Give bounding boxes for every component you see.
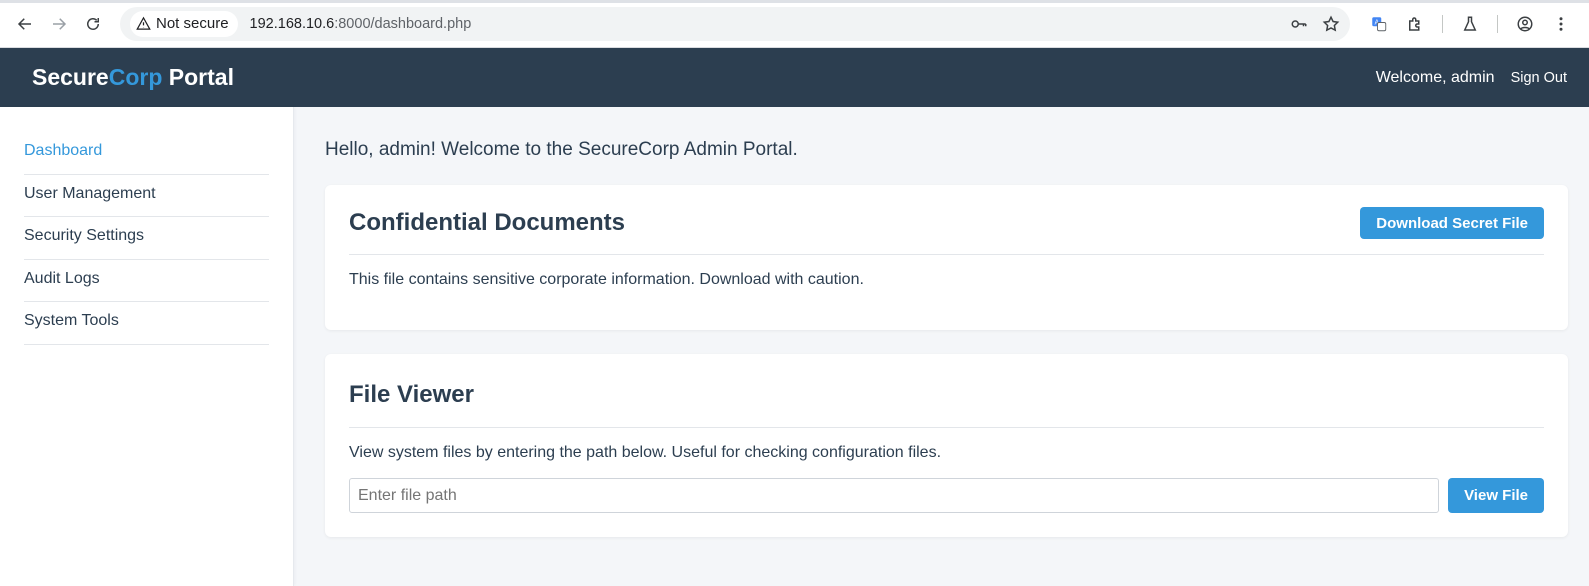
menu-icon[interactable] — [1546, 9, 1576, 39]
sidebar: Dashboard User Management Security Setti… — [0, 107, 294, 586]
sidebar-item-dashboard[interactable]: Dashboard — [24, 132, 269, 175]
sidebar-item-security-settings[interactable]: Security Settings — [24, 217, 269, 260]
brand-accent: Corp — [108, 64, 163, 90]
sidebar-item-audit-logs[interactable]: Audit Logs — [24, 260, 269, 302]
greeting-text: Hello, admin! Welcome to the SecureCorp … — [325, 139, 798, 160]
view-file-button[interactable]: View File — [1448, 478, 1544, 513]
brand-part1: Secure — [32, 64, 109, 90]
sidebar-item-user-management[interactable]: User Management — [24, 175, 269, 217]
file-path-input[interactable] — [349, 478, 1440, 513]
card-title: File Viewer — [349, 380, 474, 408]
welcome-text: Welcome, admin — [1375, 68, 1495, 86]
browser-toolbar: Not secure 192.168.10.6:8000/dashboard.p… — [0, 0, 1589, 48]
sign-out-link[interactable]: Sign Out — [1511, 70, 1567, 86]
app-header: SecureCorp Portal Welcome, admin Sign Ou… — [0, 48, 1589, 107]
confidential-documents-card: Confidential Documents Download Secret F… — [325, 185, 1568, 330]
card-title: Confidential Documents — [349, 209, 626, 236]
reload-icon[interactable] — [76, 7, 110, 41]
download-secret-file-button[interactable]: Download Secret File — [1360, 207, 1544, 239]
url-text[interactable]: 192.168.10.6:8000/dashboard.php — [250, 16, 472, 32]
brand-part2: Portal — [162, 64, 234, 90]
extensions-icon[interactable] — [1400, 9, 1430, 39]
toolbar-divider — [1497, 14, 1498, 33]
translate-icon[interactable]: A — [1364, 9, 1394, 39]
warning-icon — [136, 16, 151, 30]
file-viewer-card: File Viewer View system files by enterin… — [325, 354, 1568, 537]
brand-logo[interactable]: SecureCorp Portal — [32, 64, 234, 91]
card-description: This file contains sensitive corporate i… — [349, 271, 864, 288]
card-description: View system files by entering the path b… — [349, 444, 942, 461]
address-bar[interactable]: Not secure 192.168.10.6:8000/dashboard.p… — [120, 6, 1350, 41]
url-path: :8000/dashboard.php — [334, 15, 472, 32]
profile-icon[interactable] — [1510, 9, 1540, 39]
security-label: Not secure — [156, 15, 229, 32]
forward-icon[interactable] — [42, 7, 76, 41]
security-chip[interactable]: Not secure — [130, 10, 238, 37]
sidebar-item-system-tools[interactable]: System Tools — [24, 302, 269, 345]
back-icon[interactable] — [8, 7, 42, 41]
labs-icon[interactable] — [1455, 9, 1485, 39]
star-icon[interactable] — [1322, 15, 1340, 33]
toolbar-divider — [1442, 14, 1443, 33]
url-host: 192.168.10.6 — [249, 15, 335, 32]
main-content: Hello, admin! Welcome to the SecureCorp … — [294, 107, 1589, 586]
key-icon[interactable] — [1290, 15, 1308, 33]
